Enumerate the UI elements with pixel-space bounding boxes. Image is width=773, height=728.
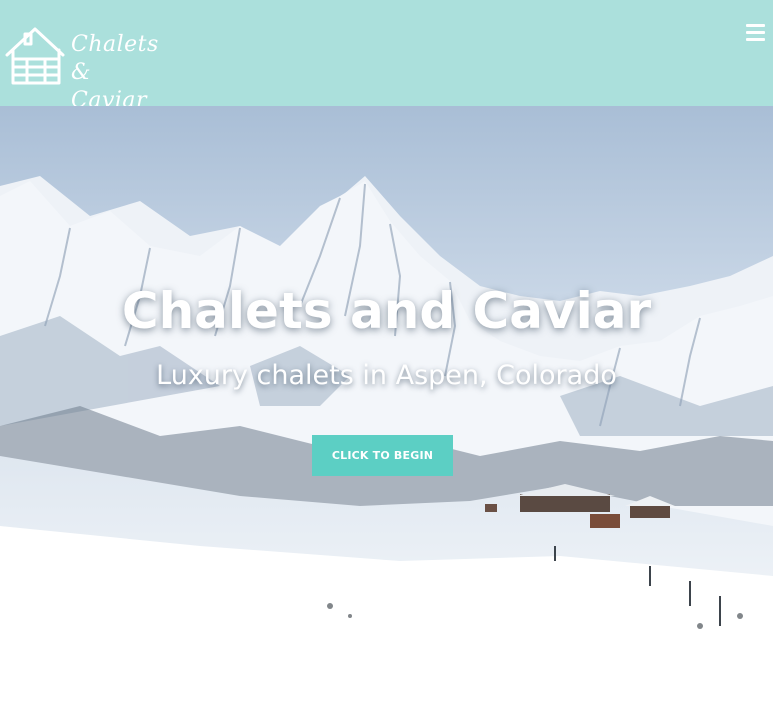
chalet-house-icon bbox=[5, 27, 65, 85]
brand-name: Chalets & Caviar bbox=[71, 31, 159, 115]
hero-title: Chalets and Caviar bbox=[121, 282, 652, 340]
hamburger-menu-icon[interactable] bbox=[746, 24, 766, 41]
hero-subtitle: Luxury chalets in Aspen, Colorado bbox=[156, 360, 617, 391]
click-to-begin-button[interactable]: Click to Begin bbox=[312, 435, 453, 476]
brand-line-1: Chalets bbox=[71, 32, 159, 57]
hero-banner: Chalets and Caviar Luxury chalets in Asp… bbox=[0, 106, 773, 648]
site-logo[interactable]: Chalets & Caviar bbox=[5, 25, 158, 113]
top-navigation-bar: Chalets & Caviar bbox=[0, 0, 773, 113]
content-area bbox=[0, 648, 773, 728]
